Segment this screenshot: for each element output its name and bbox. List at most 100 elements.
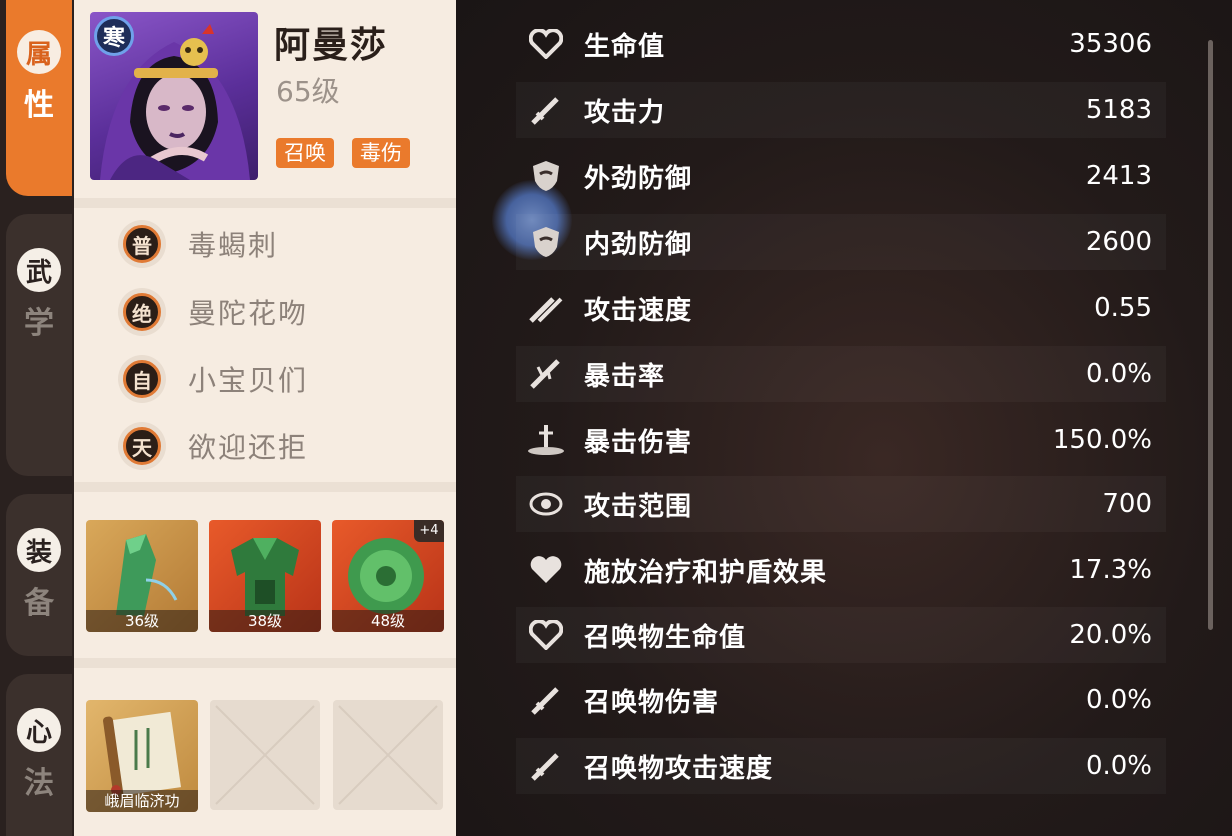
crit-icon xyxy=(524,352,568,396)
tab-mind-art[interactable]: 心 法 xyxy=(6,674,72,836)
hero-name: 阿曼莎 xyxy=(274,25,389,66)
skill-name: 曼陀花吻 xyxy=(188,297,309,330)
divider xyxy=(74,658,456,668)
stats-panel: 生命值 35306 攻击力 5183 外劲防御 2413 内劲防御 2600 攻… xyxy=(456,0,1232,836)
vortex-icon xyxy=(524,482,568,526)
stat-row-hp: 生命值 35306 xyxy=(516,16,1166,72)
stat-label: 召唤物生命值 xyxy=(584,622,747,653)
stat-row-attack: 攻击力 5183 xyxy=(516,82,1166,138)
tab-attributes-char1: 属 xyxy=(17,30,61,74)
stat-row-heal-shield: 施放治疗和护盾效果 17.3% xyxy=(516,542,1166,598)
equipment-slot-2[interactable]: 38级 xyxy=(209,520,321,632)
stat-label: 外劲防御 xyxy=(584,163,693,194)
hero-tag-summon: 召唤 xyxy=(276,138,334,168)
tab-martial-arts-char1: 武 xyxy=(17,248,61,292)
stat-value: 17.3% xyxy=(1069,555,1152,585)
stat-label: 召唤物攻击速度 xyxy=(584,753,774,784)
hero-info-panel: 寒 阿曼莎 65级 召唤 毒伤 普 毒蝎刺 绝 曼陀花吻 自 小宝贝们 天 欲迎… xyxy=(74,0,456,836)
stat-label: 召唤物伤害 xyxy=(584,687,720,718)
skill-type-badge: 自 xyxy=(123,360,161,398)
skill-type-badge: 天 xyxy=(123,427,161,465)
stats-scrollbar[interactable] xyxy=(1208,40,1213,630)
stat-row-summon-hp: 召唤物生命值 20.0% xyxy=(516,607,1166,663)
mind-art-slot-empty[interactable] xyxy=(333,700,443,810)
sword-stuck-icon xyxy=(524,418,568,462)
tab-martial-arts[interactable]: 武 学 xyxy=(6,214,72,476)
stat-value: 0.55 xyxy=(1094,293,1152,323)
equipment-slot-1[interactable]: 36级 xyxy=(86,520,198,632)
equipment-slot-3[interactable]: +4 48级 xyxy=(332,520,444,632)
stat-value: 700 xyxy=(1102,489,1152,519)
tab-mind-art-char2: 法 xyxy=(24,766,54,801)
stat-row-inner-defense: 内劲防御 2600 xyxy=(516,214,1166,270)
stat-label: 施放治疗和护盾效果 xyxy=(584,557,828,588)
heart-icon xyxy=(524,613,568,657)
tab-equipment[interactable]: 装 备 xyxy=(6,494,72,656)
stat-label: 生命值 xyxy=(584,31,666,62)
stat-label: 攻击范围 xyxy=(584,491,693,522)
stat-row-summon-attack-speed: 召唤物攻击速度 0.0% xyxy=(516,738,1166,794)
stat-value: 5183 xyxy=(1085,95,1152,125)
skill-name: 毒蝎刺 xyxy=(188,229,279,262)
hero-tag-poison: 毒伤 xyxy=(352,138,410,168)
equipment-level: 36级 xyxy=(86,610,198,632)
divider xyxy=(74,482,456,492)
stat-value: 2413 xyxy=(1085,161,1152,191)
empty-slot-cross-icon xyxy=(338,705,438,805)
hero-level: 65级 xyxy=(276,75,340,108)
stat-row-summon-damage: 召唤物伤害 0.0% xyxy=(516,672,1166,728)
tab-equipment-char1: 装 xyxy=(17,528,61,572)
shield-icon xyxy=(524,220,568,264)
empty-slot-cross-icon xyxy=(215,705,315,805)
sword-icon xyxy=(524,744,568,788)
mind-art-name: 峨眉临济功 xyxy=(86,790,198,812)
stat-value: 20.0% xyxy=(1069,620,1152,650)
skill-item[interactable]: 普 毒蝎刺 xyxy=(118,216,278,272)
sword-icon xyxy=(524,678,568,722)
tab-martial-arts-char2: 学 xyxy=(24,306,54,341)
hero-header: 寒 阿曼莎 65级 召唤 毒伤 xyxy=(74,0,456,198)
stat-value: 2600 xyxy=(1085,227,1152,257)
tab-rail: 属 性 武 学 装 备 心 法 xyxy=(0,0,74,836)
skills-section: 普 毒蝎刺 绝 曼陀花吻 自 小宝贝们 天 欲迎还拒 xyxy=(74,208,456,482)
stat-label: 攻击速度 xyxy=(584,295,693,326)
skill-item[interactable]: 自 小宝贝们 xyxy=(118,351,308,407)
crossed-swords-icon xyxy=(524,286,568,330)
skill-item[interactable]: 天 欲迎还拒 xyxy=(118,418,308,474)
stat-label: 内劲防御 xyxy=(584,229,693,260)
skill-type-badge: 普 xyxy=(123,225,161,263)
equipment-level: 48级 xyxy=(332,610,444,632)
stat-row-crit-damage: 暴击伤害 150.0% xyxy=(516,412,1166,468)
tab-mind-art-char1: 心 xyxy=(17,708,61,752)
enhance-badge: +4 xyxy=(414,520,444,542)
sword-icon xyxy=(524,88,568,132)
divider xyxy=(74,198,456,208)
stat-row-attack-speed: 攻击速度 0.55 xyxy=(516,280,1166,336)
tab-attributes[interactable]: 属 性 xyxy=(6,0,72,196)
stat-value: 0.0% xyxy=(1085,685,1152,715)
stat-label: 暴击率 xyxy=(584,361,666,392)
heart-icon xyxy=(524,22,568,66)
mind-art-slot-empty[interactable] xyxy=(210,700,320,810)
skill-item[interactable]: 绝 曼陀花吻 xyxy=(118,284,308,340)
stat-value: 0.0% xyxy=(1085,751,1152,781)
skill-name: 小宝贝们 xyxy=(188,364,309,397)
mind-art-slot-1[interactable]: 峨眉临济功 xyxy=(86,700,198,812)
stat-value: 150.0% xyxy=(1052,425,1152,455)
skill-name: 欲迎还拒 xyxy=(188,431,309,464)
stat-value: 0.0% xyxy=(1085,359,1152,389)
stat-row-attack-range: 攻击范围 700 xyxy=(516,476,1166,532)
tab-attributes-char2: 性 xyxy=(24,88,54,123)
heart-icon xyxy=(524,548,568,592)
tab-equipment-char2: 备 xyxy=(24,586,54,621)
stat-row-crit-rate: 暴击率 0.0% xyxy=(516,346,1166,402)
stat-label: 暴击伤害 xyxy=(584,427,693,458)
equipment-level: 38级 xyxy=(209,610,321,632)
element-badge: 寒 xyxy=(94,16,134,56)
skill-type-badge: 绝 xyxy=(123,293,161,331)
stat-row-outer-defense: 外劲防御 2413 xyxy=(516,148,1166,204)
shield-icon xyxy=(524,154,568,198)
stat-label: 攻击力 xyxy=(584,97,666,128)
hero-portrait[interactable]: 寒 xyxy=(90,12,258,180)
stat-value: 35306 xyxy=(1069,29,1152,59)
